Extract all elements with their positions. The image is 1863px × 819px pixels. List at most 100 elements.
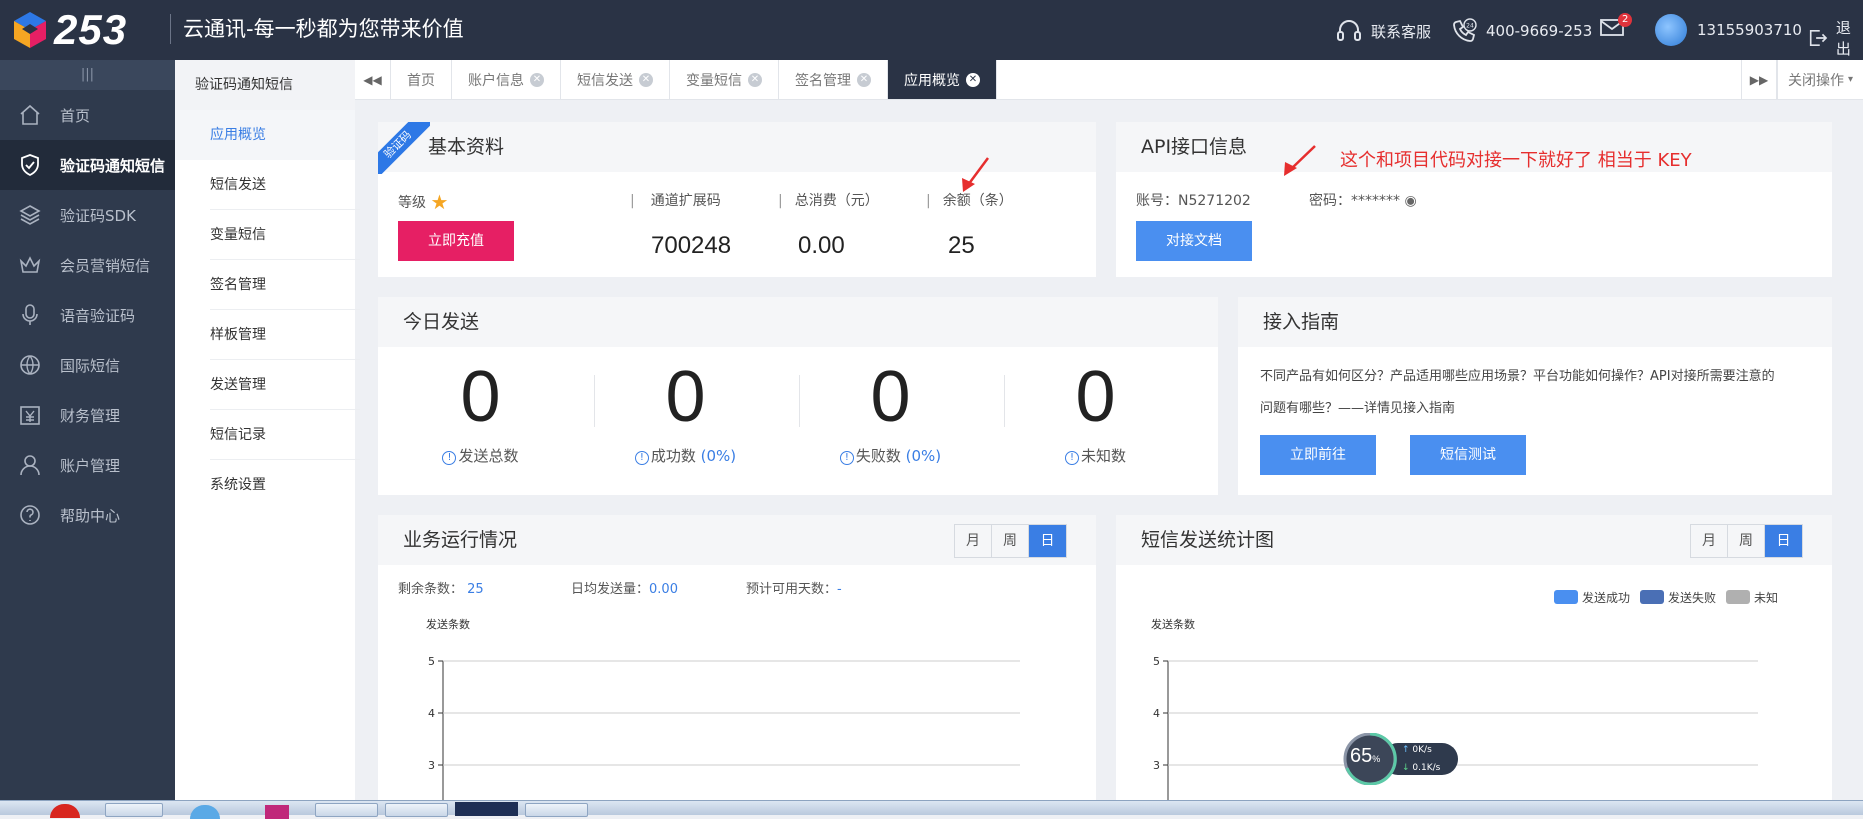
card-title: API接口信息 [1141, 136, 1248, 158]
tab-overview[interactable]: 应用概览 ✕ [888, 60, 997, 99]
close-icon[interactable]: ✕ [639, 72, 653, 87]
eye-off-icon[interactable]: ◉ [1404, 193, 1416, 209]
legend-item[interactable]: 发送成功 [1554, 589, 1630, 606]
api-password: 密码：******* ◉ [1309, 193, 1417, 209]
user-icon [20, 455, 40, 476]
stat-number: 0 [665, 357, 706, 437]
tab-scroll-right[interactable]: ▶▶ [1740, 60, 1777, 99]
service-link[interactable]: 联系客服 [1335, 17, 1431, 45]
sidebar-item-intl[interactable]: 国际短信 [0, 340, 175, 390]
info-icon[interactable]: ! [1064, 451, 1079, 465]
start-button[interactable] [50, 804, 80, 818]
info-icon[interactable]: ! [839, 451, 854, 465]
balance-label: | 余额（条） [926, 193, 1013, 209]
period-month[interactable]: 月 [955, 525, 992, 557]
business-chart: 5432 [428, 655, 1020, 805]
guide-text-2: 问题有哪些？——详情见接入指南 [1260, 401, 1456, 416]
period-month[interactable]: 月 [1691, 525, 1728, 557]
close-operations-label: 关闭操作 [1787, 72, 1844, 89]
go-now-button[interactable]: 立即前往 [1260, 435, 1376, 475]
close-icon[interactable]: ✕ [857, 72, 871, 87]
sidebar-item-label: 帮助中心 [60, 506, 121, 525]
taskbar-app[interactable] [455, 802, 518, 816]
close-icon[interactable]: ✕ [966, 72, 980, 87]
sms-test-button[interactable]: 短信测试 [1410, 435, 1526, 475]
sidebar-item-account[interactable]: 账户管理 [0, 440, 175, 490]
close-icon[interactable]: ✕ [748, 72, 762, 87]
card-title: 短信发送统计图 [1141, 529, 1275, 551]
logo-mark [10, 10, 50, 50]
sidebar-item-label: 国际短信 [60, 356, 121, 375]
stats-chart: 5432 [1153, 655, 1758, 805]
double-right-icon: ▶▶ [1749, 72, 1769, 87]
sidebar-item-voice[interactable]: 语音验证码 [0, 290, 175, 340]
sidebar-item-label: 首页 [60, 106, 91, 125]
tab-signature[interactable]: 签名管理 ✕ [779, 60, 888, 99]
basic-info-card: 基本资料 验证码 等级 ★ 立即充值 | 通道扩展码 700248 | 总消费（元）… [378, 122, 1096, 277]
tab-home[interactable]: 首页 [391, 60, 452, 99]
recharge-button[interactable]: 立即充值 [398, 221, 514, 261]
period-week[interactable]: 周 [992, 525, 1029, 557]
tab-account-info[interactable]: 账户信息 ✕ [452, 60, 561, 99]
tab-scroll-left[interactable]: ◀◀ [355, 60, 391, 99]
logout-button[interactable]: 退出 [1808, 17, 1863, 59]
legend-item[interactable]: 未知 [1726, 589, 1778, 606]
card-title: 今日发送 [403, 311, 480, 333]
mail-button[interactable]: 2 [1600, 13, 1633, 41]
os-taskbar [0, 800, 1863, 819]
sub-nav-item-template[interactable]: 样板管理 [210, 310, 360, 360]
ribbon-label: 验证码 [378, 122, 430, 174]
sub-nav-item-signature[interactable]: 签名管理 [210, 260, 360, 310]
close-icon[interactable]: ✕ [530, 72, 544, 87]
api-account: 账号：N5271202 [1136, 193, 1251, 209]
doc-button[interactable]: 对接文档 [1136, 221, 1252, 261]
top-bar: 253 云通讯-每一秒都为您带来价值 联系客服 24 400-9669-253 … [0, 0, 1863, 60]
taskbar-app[interactable] [265, 805, 289, 819]
logo[interactable]: 253 [10, 6, 127, 53]
sidebar-item-help[interactable]: 帮助中心 [0, 490, 175, 540]
upload-speed: ↑ 0K/s [1402, 745, 1432, 755]
sub-nav-item-variable[interactable]: 变量短信 [210, 210, 360, 260]
today-header: 今日发送 [378, 297, 1218, 347]
yen-icon [20, 406, 40, 425]
sidebar-item-marketing[interactable]: 会员营销短信 [0, 240, 175, 290]
sidebar-item-label: 账户管理 [60, 456, 121, 475]
period-week[interactable]: 周 [1728, 525, 1765, 557]
info-icon[interactable]: ! [442, 451, 457, 465]
sub-nav-item-records[interactable]: 短信记录 [210, 410, 360, 460]
tab-variable-sms[interactable]: 变量短信 ✕ [670, 60, 779, 99]
sub-nav-item-send[interactable]: 短信发送 [210, 160, 360, 210]
sidebar-item-finance[interactable]: 财务管理 [0, 390, 175, 440]
tab-label: 变量短信 [686, 72, 742, 89]
sidebar-item-label: 财务管理 [60, 406, 121, 425]
legend-item[interactable]: 发送失败 [1640, 589, 1716, 606]
period-day[interactable]: 日 [1029, 525, 1066, 557]
stat-number: 0 [870, 357, 911, 437]
card-title: 业务运行情况 [403, 529, 518, 551]
logout-label: 退出 [1835, 19, 1851, 58]
sidebar-item-verify-sms[interactable]: 验证码通知短信 [0, 140, 175, 190]
up-arrow-icon: ↑ [1402, 745, 1410, 755]
account-menu[interactable]: 13155903710 [1655, 14, 1802, 46]
period-day[interactable]: 日 [1765, 525, 1802, 557]
sub-nav: 验证码通知短信 应用概览 短信发送 变量短信 签名管理 样板管理 发送管理 短信… [175, 60, 360, 800]
sub-nav-item-send-manage[interactable]: 发送管理 [210, 360, 360, 410]
tab-sms-send[interactable]: 短信发送 ✕ [561, 60, 670, 99]
info-icon[interactable]: ! [634, 451, 649, 465]
close-operations[interactable]: 关闭操作 ▾ [1776, 60, 1863, 99]
sub-nav-item-settings[interactable]: 系统设置 [210, 460, 360, 510]
sidebar-item-home[interactable]: 首页 [0, 90, 175, 140]
network-monitor[interactable]: 65% ↑ 0K/s ↓ 0.1K/s [1342, 733, 1460, 785]
basic-info-header: 基本资料 [378, 122, 1096, 172]
guide-card: 接入指南 不同产品有如何区分？产品适用哪些应用场景？平台功能如何操作？API对接… [1238, 297, 1832, 495]
sidebar-item-sdk[interactable]: 验证码SDK [0, 190, 175, 240]
taskbar-app[interactable] [190, 805, 220, 819]
sub-nav-item-overview[interactable]: 应用概览 [175, 110, 355, 160]
days-left: 预计可用天数：- [746, 582, 842, 597]
business-period-toggle: 月 周 日 [954, 524, 1067, 558]
stat-total: 0! 发送总数 [378, 357, 583, 466]
sidebar-toggle[interactable]: ||| [0, 60, 175, 90]
remain-count: 剩余条数： 25 [398, 582, 484, 597]
verify-ribbon: 验证码 [378, 122, 430, 174]
account-number: 13155903710 [1697, 21, 1802, 39]
